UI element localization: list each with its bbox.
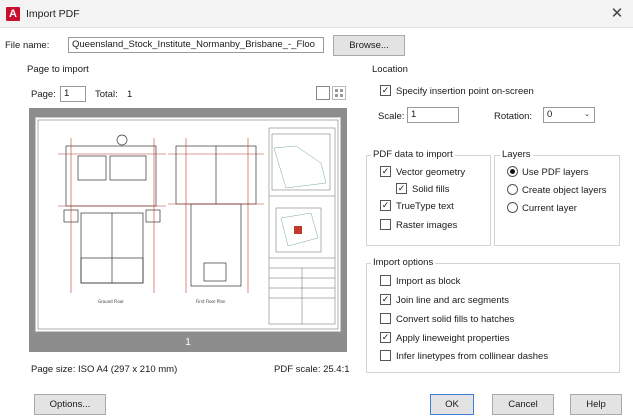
close-icon[interactable]: ✕ <box>608 5 626 23</box>
autocad-logo-icon: A <box>6 7 20 21</box>
infer-linetypes-checkbox[interactable] <box>380 350 391 361</box>
join-segments-checkbox[interactable]: ✓ <box>380 294 391 305</box>
solid-fills-checkbox[interactable]: ✓ <box>396 183 407 194</box>
convert-fills-label: Convert solid fills to hatches <box>396 314 515 325</box>
rotation-label: Rotation: <box>494 111 533 122</box>
specify-insertion-checkbox[interactable]: ✓ <box>380 85 391 96</box>
page-input[interactable]: 1 <box>60 86 86 102</box>
location-title: Location <box>372 64 408 75</box>
scale-label: Scale: <box>378 111 405 122</box>
vector-geometry-checkbox[interactable]: ✓ <box>380 166 391 177</box>
truetype-text-checkbox[interactable]: ✓ <box>380 200 391 211</box>
help-button[interactable]: Help <box>570 394 622 415</box>
import-options-title: Import options <box>371 257 436 268</box>
file-name-label: File name: <box>5 40 50 51</box>
pdf-scale-text: PDF scale: 25.4:1 <box>274 364 350 375</box>
window-title: Import PDF <box>26 8 80 20</box>
use-pdf-layers-radio[interactable] <box>507 166 518 177</box>
scale-input[interactable]: 1 <box>407 107 459 123</box>
browse-button[interactable]: Browse... <box>333 35 405 56</box>
layers-title: Layers <box>500 149 533 160</box>
rotation-select[interactable]: 0 ⌄ <box>543 107 595 123</box>
total-label: Total: <box>95 89 118 100</box>
thumbnail-view-icon[interactable] <box>332 86 346 100</box>
cancel-button[interactable]: Cancel <box>492 394 554 415</box>
use-pdf-layers-label: Use PDF layers <box>522 167 589 178</box>
ground-floor-label: Ground Floor <box>98 299 124 304</box>
apply-lineweight-label: Apply lineweight properties <box>396 333 510 344</box>
pdf-page-thumbnail: Ground Floor First Floor Plan <box>35 117 341 332</box>
current-layer-radio[interactable] <box>507 202 518 213</box>
apply-lineweight-checkbox[interactable]: ✓ <box>380 332 391 343</box>
create-object-layers-radio[interactable] <box>507 184 518 195</box>
page-to-import-title: Page to import <box>27 64 89 75</box>
file-name-input[interactable]: Queensland_Stock_Institute_Normanby_Bris… <box>68 37 324 53</box>
page-label: Page: <box>31 89 56 100</box>
specify-insertion-label: Specify insertion point on-screen <box>396 86 534 97</box>
vector-geometry-label: Vector geometry <box>396 167 466 178</box>
create-object-layers-label: Create object layers <box>522 185 607 196</box>
convert-fills-checkbox[interactable] <box>380 313 391 324</box>
total-value: 1 <box>127 89 133 100</box>
raster-images-checkbox[interactable] <box>380 219 391 230</box>
pdf-data-title: PDF data to import <box>371 149 455 160</box>
raster-images-label: Raster images <box>396 220 458 231</box>
solid-fills-label: Solid fills <box>412 184 450 195</box>
ok-button[interactable]: OK <box>430 394 474 415</box>
truetype-text-label: TrueType text <box>396 201 454 212</box>
page-size-text: Page size: ISO A4 (297 x 210 mm) <box>31 364 178 375</box>
chevron-down-icon: ⌄ <box>584 111 590 118</box>
single-view-icon[interactable] <box>316 86 330 100</box>
first-floor-label: First Floor Plan <box>196 299 226 304</box>
preview-page-number: 1 <box>185 337 191 348</box>
import-as-block-checkbox[interactable] <box>380 275 391 286</box>
current-layer-label: Current layer <box>522 203 577 214</box>
import-as-block-label: Import as block <box>396 276 461 287</box>
join-segments-label: Join line and arc segments <box>396 295 510 306</box>
title-bar <box>0 0 633 28</box>
options-button[interactable]: Options... <box>34 394 106 415</box>
rotation-value: 0 <box>547 109 553 120</box>
infer-linetypes-label: Infer linetypes from collinear dashes <box>396 351 549 362</box>
